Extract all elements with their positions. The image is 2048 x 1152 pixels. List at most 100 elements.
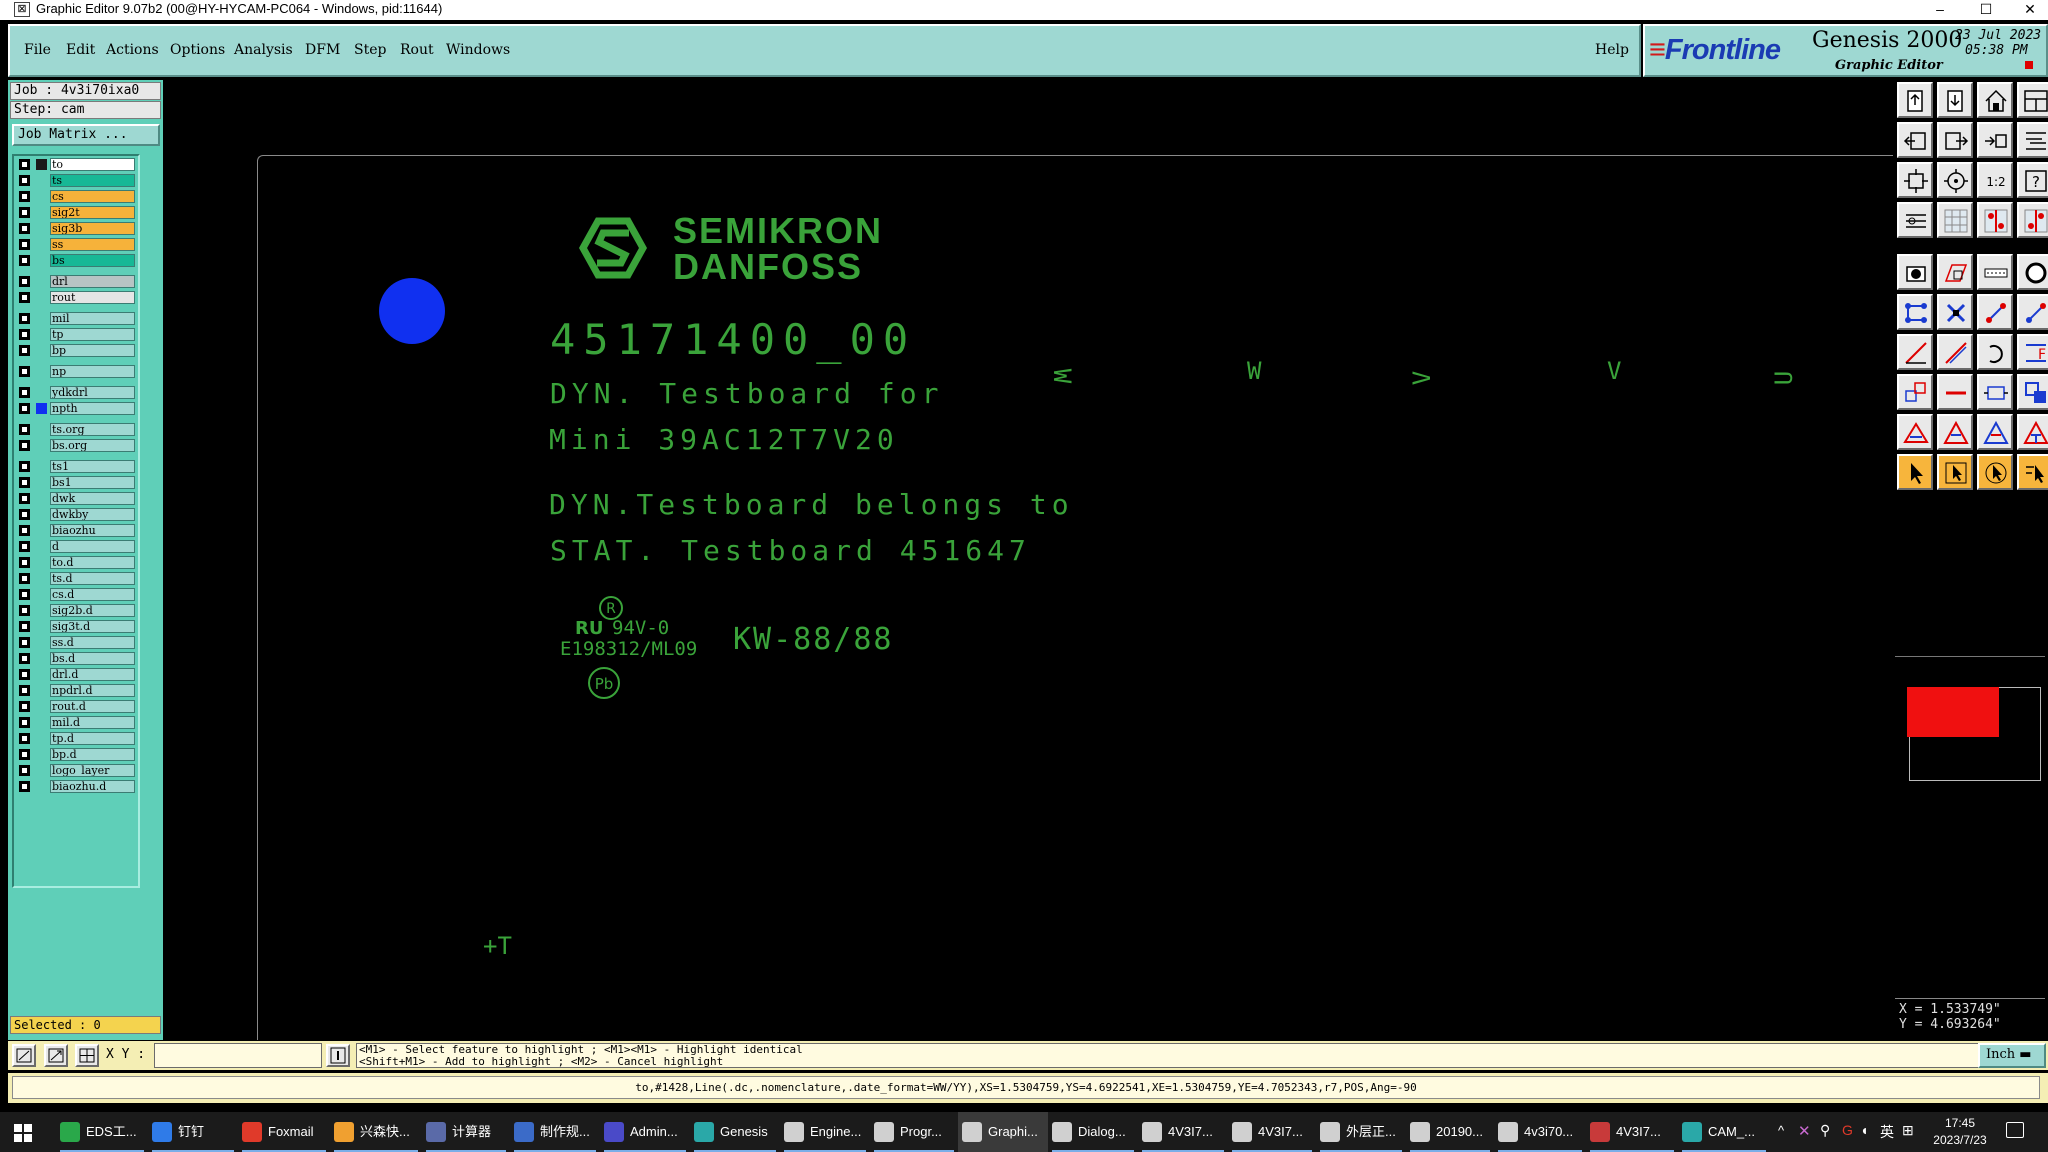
layer-color-swatch[interactable] — [36, 477, 47, 488]
taskbar-app[interactable]: 兴森快... — [330, 1112, 422, 1152]
move-icon[interactable] — [1897, 374, 1933, 410]
layer-name[interactable]: to — [50, 158, 135, 171]
layer-row[interactable]: rout — [16, 291, 138, 304]
overview-map[interactable] — [1895, 656, 2045, 782]
layer-color-swatch[interactable] — [36, 765, 47, 776]
layer-name[interactable]: ts.org — [50, 423, 135, 436]
layer-checkbox[interactable] — [19, 525, 30, 536]
triangle-icon[interactable] — [1897, 414, 1933, 450]
layer-color-swatch[interactable] — [36, 159, 47, 170]
tray-chevron-icon[interactable]: ^ — [1778, 1123, 1784, 1138]
layer-name[interactable]: bs1 — [50, 476, 135, 489]
edit-line-icon[interactable] — [1897, 334, 1933, 370]
layer-row[interactable]: rout.d — [16, 700, 138, 713]
layer-name[interactable]: sig2t — [50, 206, 135, 219]
layer-name[interactable]: mil — [50, 312, 135, 325]
pointer-icon[interactable] — [1897, 454, 1933, 490]
menu-file[interactable]: File — [24, 42, 51, 58]
layer-row[interactable]: cs.d — [16, 588, 138, 601]
cross-icon[interactable] — [1937, 294, 1973, 330]
layer-name[interactable]: drl.d — [50, 668, 135, 681]
route-icon[interactable] — [1897, 294, 1933, 330]
layer-row[interactable]: drl.d — [16, 668, 138, 681]
surface-icon[interactable] — [1937, 254, 1973, 290]
layer-color-swatch[interactable] — [36, 329, 47, 340]
layer-color-swatch[interactable] — [36, 653, 47, 664]
layer-checkbox[interactable] — [19, 403, 30, 414]
layer-checkbox[interactable] — [19, 621, 30, 632]
layer-row[interactable]: to — [16, 158, 138, 171]
taskbar-app[interactable]: 外层正... — [1316, 1112, 1406, 1152]
layer-color-swatch[interactable] — [36, 605, 47, 616]
menu-step[interactable]: Step — [354, 42, 386, 58]
job-matrix-button[interactable]: Job Matrix ... — [12, 124, 160, 146]
layer-color-swatch[interactable] — [36, 175, 47, 186]
layer-row[interactable]: d — [16, 540, 138, 553]
taskbar-app[interactable]: 计算器 — [422, 1112, 510, 1152]
menu-analysis[interactable]: Analysis — [234, 42, 293, 58]
layer-name[interactable]: ss.d — [50, 636, 135, 649]
layer-checkbox[interactable] — [19, 765, 30, 776]
layer-name[interactable]: logo_layer_ — [50, 764, 135, 777]
zoom-ratio-icon[interactable]: 1:2 — [1977, 162, 2013, 198]
next-icon[interactable] — [1937, 122, 1973, 158]
layer-row[interactable]: np — [16, 365, 138, 378]
info-icon[interactable] — [326, 1044, 350, 1067]
measure-tool-icon[interactable] — [44, 1044, 68, 1067]
layer-color-swatch[interactable] — [36, 366, 47, 377]
layer-color-swatch[interactable] — [36, 440, 47, 451]
layer-color-swatch[interactable] — [36, 191, 47, 202]
minimize-button[interactable]: – — [1920, 0, 1960, 20]
layer-row[interactable]: cs — [16, 190, 138, 203]
layer-checkbox[interactable] — [19, 685, 30, 696]
layer-row[interactable]: dwk — [16, 492, 138, 505]
layer-row[interactable]: tp — [16, 328, 138, 341]
tray-language[interactable]: 英 — [1880, 1122, 1894, 1142]
taskbar-app[interactable]: 钉钉 — [148, 1112, 238, 1152]
taskbar-app[interactable]: Admin... — [600, 1112, 690, 1152]
layer-checkbox[interactable] — [19, 589, 30, 600]
taskbar-app[interactable]: Progr... — [870, 1112, 958, 1152]
layer-color-swatch[interactable] — [36, 733, 47, 744]
layer-color-swatch[interactable] — [36, 387, 47, 398]
taskbar-app[interactable]: Dialog... — [1048, 1112, 1138, 1152]
layer-color-swatch[interactable] — [36, 292, 47, 303]
layer-row[interactable]: ts.d — [16, 572, 138, 585]
layer-color-swatch[interactable] — [36, 345, 47, 356]
layer-row[interactable]: bs.org — [16, 439, 138, 452]
tray-app-icon[interactable]: ✕ — [1798, 1122, 1811, 1140]
layer-color-swatch[interactable] — [36, 621, 47, 632]
units-button[interactable]: Inch ▬ — [1978, 1043, 2046, 1068]
layer-color-swatch[interactable] — [36, 637, 47, 648]
grid-icon[interactable] — [1937, 202, 1973, 238]
layer-color-swatch[interactable] — [36, 541, 47, 552]
layer-checkbox[interactable] — [19, 345, 30, 356]
tray-volume-icon[interactable]: ◖ — [1860, 1122, 1868, 1138]
layer-name[interactable]: ts1 — [50, 460, 135, 473]
overview-view-rect[interactable] — [1907, 687, 1999, 737]
taskbar-app[interactable]: Engine... — [780, 1112, 870, 1152]
layer-row[interactable]: biaozhu.d — [16, 780, 138, 793]
layer-color-swatch[interactable] — [36, 313, 47, 324]
start-button[interactable] — [0, 1112, 48, 1152]
layer-row[interactable]: sig2b.d — [16, 604, 138, 617]
layer-name[interactable]: npth — [50, 402, 135, 415]
layer-name[interactable]: bp.d — [50, 748, 135, 761]
layer-color-swatch[interactable] — [36, 255, 47, 266]
layer-row[interactable]: sig3t.d — [16, 620, 138, 633]
layer-checkbox[interactable] — [19, 605, 30, 616]
layer-row[interactable]: mil — [16, 312, 138, 325]
layer-color-swatch[interactable] — [36, 573, 47, 584]
layer-color-swatch[interactable] — [36, 781, 47, 792]
layer-name[interactable]: ts — [50, 174, 135, 187]
layer-row[interactable]: ts.org — [16, 423, 138, 436]
layer-name[interactable]: to.d — [50, 556, 135, 569]
layer-checkbox[interactable] — [19, 191, 30, 202]
layer-name[interactable]: bs.org — [50, 439, 135, 452]
layer-checkbox[interactable] — [19, 159, 30, 170]
taskbar-app[interactable]: Genesis — [690, 1112, 780, 1152]
triangle-c-icon[interactable] — [2017, 414, 2048, 450]
layer-row[interactable]: logo_layer_ — [16, 764, 138, 777]
layer-name[interactable]: biaozhu.d — [50, 780, 135, 793]
copy-icon[interactable] — [2017, 374, 2048, 410]
